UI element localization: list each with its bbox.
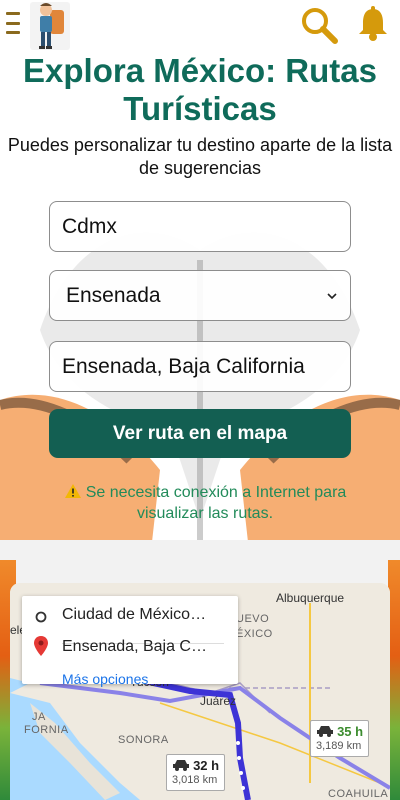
page-subtitle: Puedes personalizar tu destino aparte de… xyxy=(7,135,393,178)
chevron-down-icon xyxy=(327,292,337,299)
destination-input[interactable]: Ensenada, Baja California xyxy=(49,341,351,392)
route-destination-text: Ensenada, Baja C… xyxy=(62,638,207,655)
map-label-albuquerque: Albuquerque xyxy=(276,591,345,605)
origin-input-value: Cdmx xyxy=(62,214,117,238)
connection-notice-text: Se necesita conexión a Internet para vis… xyxy=(85,484,347,522)
car-icon xyxy=(317,726,333,737)
origin-circle-icon xyxy=(35,611,47,623)
menu-icon[interactable] xyxy=(6,12,24,34)
destination-input-value: Ensenada, Baja California xyxy=(62,354,305,378)
map-label-baja: JA xyxy=(32,711,46,723)
destination-select[interactable]: Ensenada xyxy=(49,270,351,321)
eta-main-time: 32 h xyxy=(193,758,220,773)
map-label-coahuila: COAHUILA xyxy=(328,788,389,800)
eta-alt-time: 35 h xyxy=(337,724,364,739)
search-icon[interactable] xyxy=(300,6,338,44)
more-options-link[interactable]: Más opciones xyxy=(62,671,148,687)
app-header xyxy=(0,0,400,50)
eta-alt-distance: 3,189 km xyxy=(316,740,362,752)
page-title: Explora México: Rutas Turísticas xyxy=(23,52,377,127)
route-map[interactable]: Albuquerque UEVO ÉXICO Tucson Juárez SON… xyxy=(10,583,390,800)
traveler-avatar[interactable] xyxy=(30,2,70,50)
destination-select-value: Ensenada xyxy=(66,283,161,307)
map-label-sonora: SONORA xyxy=(118,734,169,746)
bell-icon[interactable] xyxy=(356,6,390,42)
origin-input[interactable]: Cdmx xyxy=(49,201,351,252)
route-directions-box[interactable]: Ciudad de México… Ensenada, Baja C… Más … xyxy=(22,596,238,687)
eta-main-badge[interactable]: 32 h 3,018 km xyxy=(166,754,226,791)
map-label-mexico: ÉXICO xyxy=(236,628,273,640)
route-origin-text: Ciudad de México… xyxy=(62,606,207,623)
warning-icon xyxy=(64,484,81,498)
eta-alt-badge[interactable]: 35 h 3,189 km xyxy=(310,720,370,757)
eta-main-distance: 3,018 km xyxy=(172,774,218,786)
connection-notice: Se necesita conexión a Internet para vis… xyxy=(30,482,380,524)
view-route-button[interactable]: Ver ruta en el mapa xyxy=(49,409,351,458)
car-icon xyxy=(173,760,189,771)
map-label-fornia: FORNIA xyxy=(24,724,69,736)
map-pin-icon xyxy=(34,636,48,656)
map-label-nuevo: UEVO xyxy=(236,613,270,625)
map-label-juarez: Juárez xyxy=(200,694,237,708)
